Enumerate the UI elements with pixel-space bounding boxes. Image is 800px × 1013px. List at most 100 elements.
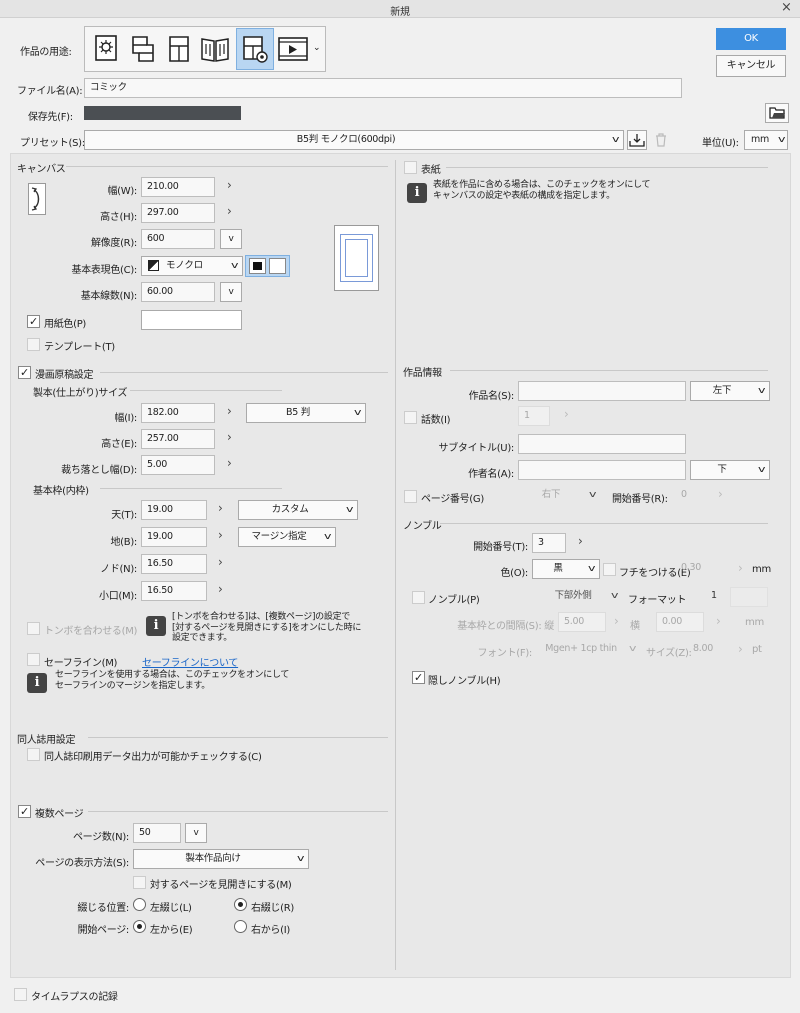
register-preset-icon[interactable]	[627, 130, 647, 150]
swap-orientation-icon[interactable]	[28, 183, 46, 215]
episode-input[interactable]: 1	[518, 406, 550, 426]
start-right-radio[interactable]	[234, 920, 247, 933]
start-number-input[interactable]: 0	[676, 486, 708, 506]
page-number-position-select[interactable]: 右下 v	[518, 486, 600, 506]
filename-input[interactable]: コミック	[84, 78, 682, 98]
paper-color-swatch[interactable]	[141, 310, 242, 330]
width-input[interactable]: 210.00	[141, 177, 215, 197]
page-count-dropdown-icon[interactable]: v	[185, 823, 207, 843]
horizontal-gap-input[interactable]: 0.00	[656, 612, 704, 632]
horizontal-gap-arrow-icon[interactable]: ›	[716, 614, 721, 628]
resolution-input[interactable]: 600	[141, 229, 215, 249]
show-all-settings-icon[interactable]	[236, 28, 274, 70]
trash-icon[interactable]	[652, 131, 670, 149]
window-title: 新規	[390, 7, 410, 18]
preset-select[interactable]: B5判 モノクロ(600dpi) v	[84, 130, 624, 150]
line-count-input[interactable]: 60.00	[141, 282, 215, 302]
nombre-start-input[interactable]: 3	[532, 533, 566, 553]
usage-dropdown-chevron-icon[interactable]: ⌄	[313, 43, 321, 53]
format-value[interactable]: 1	[706, 587, 728, 607]
size-input[interactable]: 8.00	[688, 640, 728, 660]
manga-settings-checkbox[interactable]: ✓	[18, 366, 31, 379]
page-number-checkbox[interactable]	[404, 490, 417, 503]
paper-color-checkbox[interactable]: ✓	[27, 315, 40, 328]
edge-width-input[interactable]: 0.30	[676, 559, 728, 579]
safe-line-help-link[interactable]: セーフラインについて	[142, 654, 238, 669]
cover-checkbox[interactable]	[404, 161, 417, 174]
bottom-margin-input[interactable]: 19.00	[141, 527, 207, 547]
spread-checkbox[interactable]	[133, 876, 146, 889]
book-icon[interactable]	[196, 28, 234, 70]
format-box[interactable]	[730, 587, 768, 607]
cancel-button[interactable]: キャンセル	[716, 55, 786, 77]
safe-line-checkbox[interactable]	[27, 653, 40, 666]
gutter-label: ノド(N):	[100, 564, 137, 575]
start-number-arrow-icon[interactable]: ›	[718, 487, 723, 501]
work-name-position-value: 左下	[712, 385, 732, 396]
display-mode-select[interactable]: 製本作品向け v	[133, 849, 309, 869]
frame-mode-select[interactable]: カスタム v	[238, 500, 358, 520]
gutter-arrow-icon[interactable]: ›	[218, 555, 223, 569]
left-binding-radio[interactable]	[133, 898, 146, 911]
trim-width-input[interactable]: 182.00	[141, 403, 215, 423]
author-position-select[interactable]: 下v	[690, 460, 770, 480]
comic-icon[interactable]	[160, 28, 198, 70]
work-name-input[interactable]	[518, 381, 686, 401]
top-margin-input[interactable]: 19.00	[141, 500, 207, 520]
edge-width-arrow-icon[interactable]: ›	[738, 561, 743, 575]
nombre-checkbox[interactable]	[412, 591, 425, 604]
white-swatch[interactable]	[269, 258, 286, 274]
right-binding-radio[interactable]	[234, 898, 247, 911]
line-count-dropdown-icon[interactable]: v	[220, 282, 242, 302]
vertical-gap-input[interactable]: 5.00	[558, 612, 606, 632]
bleed-input[interactable]: 5.00	[141, 455, 215, 475]
start-left-radio[interactable]	[133, 920, 146, 933]
crop-marks-checkbox[interactable]	[27, 622, 40, 635]
bleed-arrow-icon[interactable]: ›	[227, 456, 232, 470]
bottom-margin-arrow-icon[interactable]: ›	[218, 528, 223, 542]
trim-size-select[interactable]: B5 判v	[246, 403, 366, 423]
subtitle-input[interactable]	[518, 434, 686, 454]
illustration-icon[interactable]	[88, 28, 126, 70]
height-input[interactable]: 297.00	[141, 203, 215, 223]
nombre-position-select[interactable]: 下部外側 v	[540, 587, 622, 607]
black-swatch[interactable]	[249, 258, 266, 274]
template-checkbox[interactable]	[27, 338, 40, 351]
work-name-position-select[interactable]: 左下 v	[690, 381, 770, 401]
page-count-input[interactable]: 50	[133, 823, 181, 843]
fore-edge-arrow-icon[interactable]: ›	[218, 582, 223, 596]
size-arrow-icon[interactable]: ›	[738, 642, 743, 656]
trim-width-arrow-icon[interactable]: ›	[227, 404, 232, 418]
ok-button[interactable]: OK	[716, 28, 786, 50]
webtoon-icon[interactable]	[124, 28, 162, 70]
author-input[interactable]	[518, 460, 686, 480]
height-label: 高さ(H):	[100, 212, 137, 223]
fore-edge-input[interactable]: 16.50	[141, 581, 207, 601]
width-arrow-icon[interactable]: ›	[227, 178, 232, 192]
height-arrow-icon[interactable]: ›	[227, 204, 232, 218]
info-icon: i	[146, 616, 166, 636]
vertical-gap-arrow-icon[interactable]: ›	[614, 614, 619, 628]
episode-checkbox[interactable]	[404, 411, 417, 424]
timelapse-checkbox[interactable]	[14, 988, 27, 1001]
nombre-start-arrow-icon[interactable]: ›	[578, 534, 583, 548]
font-select[interactable]: Mgen+ 1cp thin v	[538, 640, 640, 660]
close-icon[interactable]: ×	[781, 0, 792, 15]
trim-height-input[interactable]: 257.00	[141, 429, 215, 449]
nombre-color-select[interactable]: 黒v	[532, 559, 600, 579]
animation-icon[interactable]	[276, 28, 310, 70]
margin-spec-select[interactable]: マージン指定 v	[238, 527, 336, 547]
frame-section-title: 基本枠(内枠)	[33, 486, 89, 497]
multi-page-checkbox[interactable]: ✓	[18, 805, 31, 818]
folder-icon[interactable]	[765, 103, 789, 123]
trim-height-arrow-icon[interactable]: ›	[227, 430, 232, 444]
doujin-check-checkbox[interactable]	[27, 748, 40, 761]
hidden-nombre-checkbox[interactable]: ✓	[412, 671, 425, 684]
top-margin-arrow-icon[interactable]: ›	[218, 501, 223, 515]
episode-arrow-icon[interactable]: ›	[564, 407, 569, 421]
gutter-input[interactable]: 16.50	[141, 554, 207, 574]
unit-select[interactable]: mm v	[744, 130, 788, 150]
edge-checkbox[interactable]	[603, 563, 616, 576]
resolution-dropdown-icon[interactable]: v	[220, 229, 242, 249]
unit-value: mm	[751, 134, 769, 145]
